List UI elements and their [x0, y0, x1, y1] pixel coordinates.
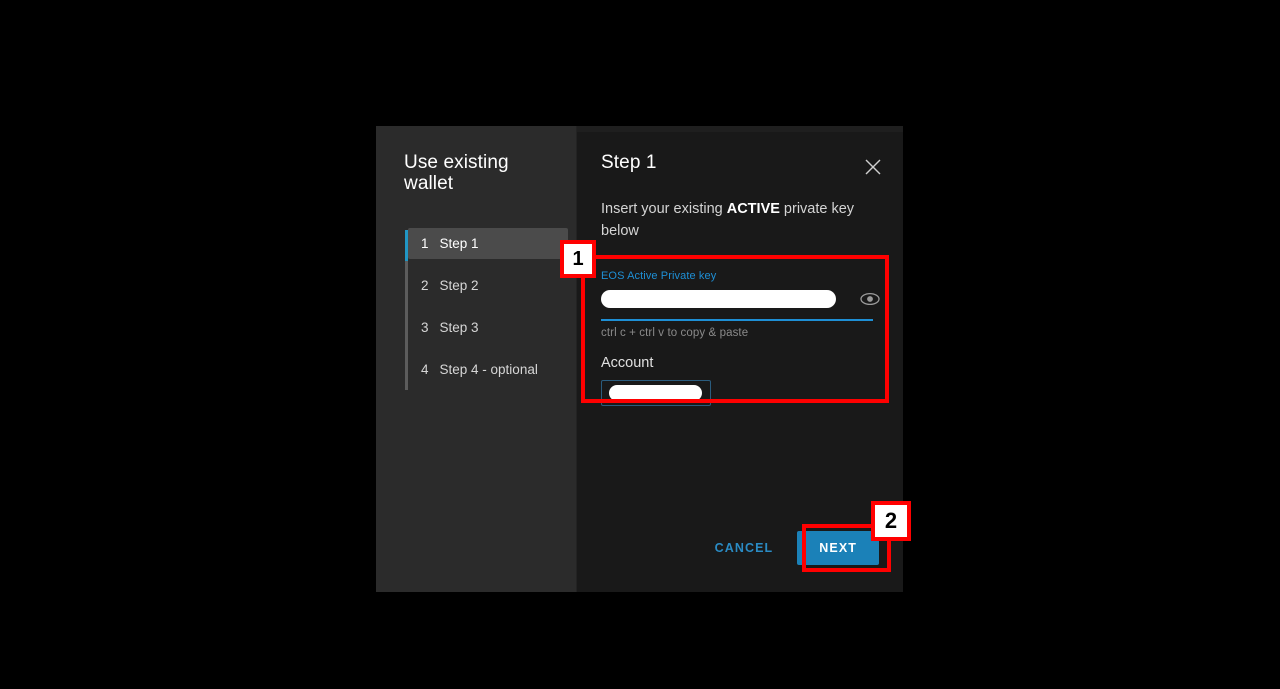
sidebar-item-step-1[interactable]: 1 Step 1 — [408, 228, 568, 259]
sidebar-item-step-4[interactable]: 4 Step 4 - optional — [408, 354, 568, 385]
dialog-actions: CANCEL NEXT — [713, 531, 879, 565]
copy-paste-hint: ctrl c + ctrl v to copy & paste — [601, 327, 749, 339]
step-list: 1 Step 1 2 Step 2 3 Step 3 4 Step 4 - op… — [376, 228, 576, 390]
instruction-text: Insert your existing ACTIVE private key … — [601, 198, 861, 242]
step-rail-active-indicator — [405, 230, 408, 261]
dialog-content: Step 1 Insert your existing ACTIVE priva… — [577, 126, 903, 592]
step-number: 1 — [421, 236, 429, 251]
screen: Use existing wallet 1 Step 1 2 Step 2 3 … — [0, 0, 1280, 689]
account-input[interactable] — [609, 385, 702, 401]
account-field-wrapper[interactable] — [601, 380, 711, 406]
sidebar-title: Use existing wallet — [404, 152, 509, 194]
step-label: Step 3 — [439, 320, 479, 335]
step-label: Step 1 — [439, 236, 479, 251]
private-key-label: EOS Active Private key — [601, 270, 717, 282]
instruction-prefix: Insert your existing — [601, 201, 727, 217]
private-key-form-area: EOS Active Private key ctrl c + ctrl v t… — [601, 270, 891, 406]
page-title: Step 1 — [601, 152, 657, 173]
sidebar-item-step-2[interactable]: 2 Step 2 — [408, 270, 568, 301]
private-key-underline — [601, 319, 873, 321]
account-label: Account — [601, 355, 654, 371]
instruction-emphasis: ACTIVE — [726, 201, 780, 217]
eye-icon[interactable] — [859, 290, 881, 308]
dialog-sidebar: Use existing wallet 1 Step 1 2 Step 2 3 … — [376, 126, 577, 592]
step-label: Step 2 — [439, 278, 479, 293]
step-number: 3 — [421, 320, 429, 335]
sidebar-item-step-3[interactable]: 3 Step 3 — [408, 312, 568, 343]
next-button[interactable]: NEXT — [797, 531, 879, 565]
cancel-button[interactable]: CANCEL — [713, 535, 776, 561]
private-key-input[interactable] — [601, 290, 836, 308]
step-number: 2 — [421, 278, 429, 293]
content-top-strip — [577, 126, 903, 132]
step-number: 4 — [421, 362, 429, 377]
step-label: Step 4 - optional — [439, 362, 538, 377]
private-key-input-row — [601, 290, 891, 312]
close-icon[interactable] — [862, 156, 884, 178]
use-existing-wallet-dialog: Use existing wallet 1 Step 1 2 Step 2 3 … — [376, 126, 903, 592]
